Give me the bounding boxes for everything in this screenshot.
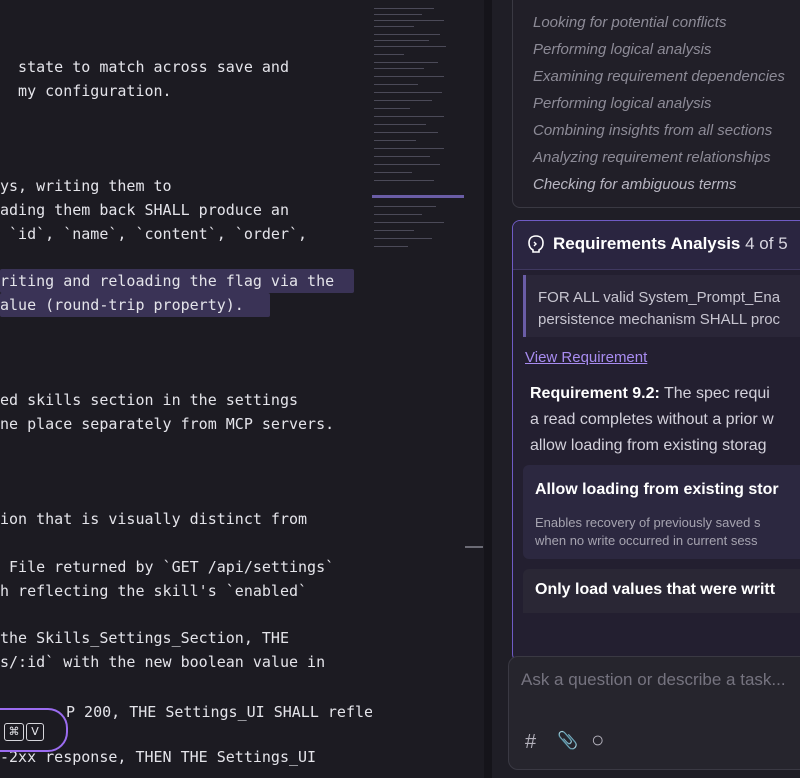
code-line: ion that is visually distinct from	[0, 510, 308, 528]
circle-icon[interactable]: ○	[591, 727, 604, 753]
code-line: s/:id` with the new boolean value in	[0, 653, 326, 671]
minimap-viewport	[372, 195, 464, 198]
code-line: my configuration.	[0, 82, 172, 100]
scrollbar-gutter[interactable]	[464, 0, 484, 778]
paste-shortcut-popover[interactable]: ⌘ V	[0, 708, 68, 752]
code-line: ading them back SHALL produce an	[0, 201, 289, 219]
requirement-text: allow loading from existing storag	[530, 437, 767, 454]
code-line: alue (round-trip property).	[0, 296, 244, 314]
option-allow-loading[interactable]: Allow loading from existing stor Enables…	[523, 465, 800, 559]
paperclip-icon[interactable]: 📎	[557, 731, 578, 751]
step-item: Checking for ambiguous terms	[533, 176, 737, 193]
chat-input[interactable]	[519, 669, 800, 691]
requirement-text: a read completes without a prior w	[530, 411, 774, 428]
option-title: Allow loading from existing stor	[535, 481, 779, 498]
hash-icon[interactable]: #	[525, 731, 536, 754]
code-line: File returned by `GET /api/settings`	[0, 558, 335, 576]
analysis-header: Requirements Analysis 4 of 5	[513, 221, 800, 270]
v-key: V	[26, 723, 44, 741]
assistant-panel: Looking for potential conflicts Performi…	[492, 0, 800, 778]
step-item: Analyzing requirement relationships	[533, 149, 771, 166]
code-line: ne place separately from MCP servers.	[0, 415, 335, 433]
code-line: ys, writing them to	[0, 177, 172, 195]
command-key: ⌘	[4, 723, 24, 741]
code-line: the Skills_Settings_Section, THE	[0, 629, 289, 647]
analysis-steps-card: Looking for potential conflicts Performi…	[512, 0, 800, 208]
step-item: Examining requirement dependencies	[533, 68, 785, 85]
code-line: h reflecting the skill's `enabled`	[0, 582, 308, 600]
code-line: state to match across save and	[0, 58, 289, 76]
step-item: Performing logical analysis	[533, 95, 712, 112]
step-item: Combining insights from all sections	[533, 122, 773, 139]
step-item: Performing logical analysis	[533, 41, 712, 58]
minimap[interactable]	[372, 0, 464, 778]
scroll-marker	[465, 546, 483, 548]
panel-resize-handle[interactable]	[484, 0, 492, 778]
code-line: P 200, THE Settings_UI SHALL reflect	[66, 703, 372, 721]
brain-icon	[528, 235, 544, 253]
analysis-count: 4 of 5	[745, 234, 788, 253]
code-line: `id`, `name`, `content`, `order`,	[0, 225, 308, 243]
option-description: Enables recovery of previously saved s	[535, 515, 761, 530]
chat-input-box: # 📎 ○	[508, 656, 800, 770]
code-line: ed skills section in the settings	[0, 391, 299, 409]
requirement-text: Requirement 9.2: The spec requi	[530, 385, 770, 402]
step-item: Looking for potential conflicts	[533, 14, 727, 31]
quote-line: persistence mechanism SHALL proc	[538, 311, 781, 328]
code-line: riting and reloading the flag via the	[0, 272, 335, 290]
code-editor[interactable]: state to match across save and my config…	[0, 0, 372, 778]
view-requirement-link[interactable]: View Requirement	[525, 349, 647, 366]
quote-line: FOR ALL valid System_Prompt_Ena	[538, 289, 781, 306]
option-title: Only load values that were writt	[535, 581, 776, 598]
option-only-load-written[interactable]: Only load values that were writt	[523, 569, 800, 613]
requirements-analysis-card: Requirements Analysis 4 of 5 FOR ALL val…	[512, 220, 800, 662]
option-description: when no write occurred in current sess	[535, 533, 758, 548]
analysis-title: Requirements Analysis 4 of 5	[553, 234, 788, 253]
requirement-quote: FOR ALL valid System_Prompt_Ena persiste…	[523, 275, 800, 337]
